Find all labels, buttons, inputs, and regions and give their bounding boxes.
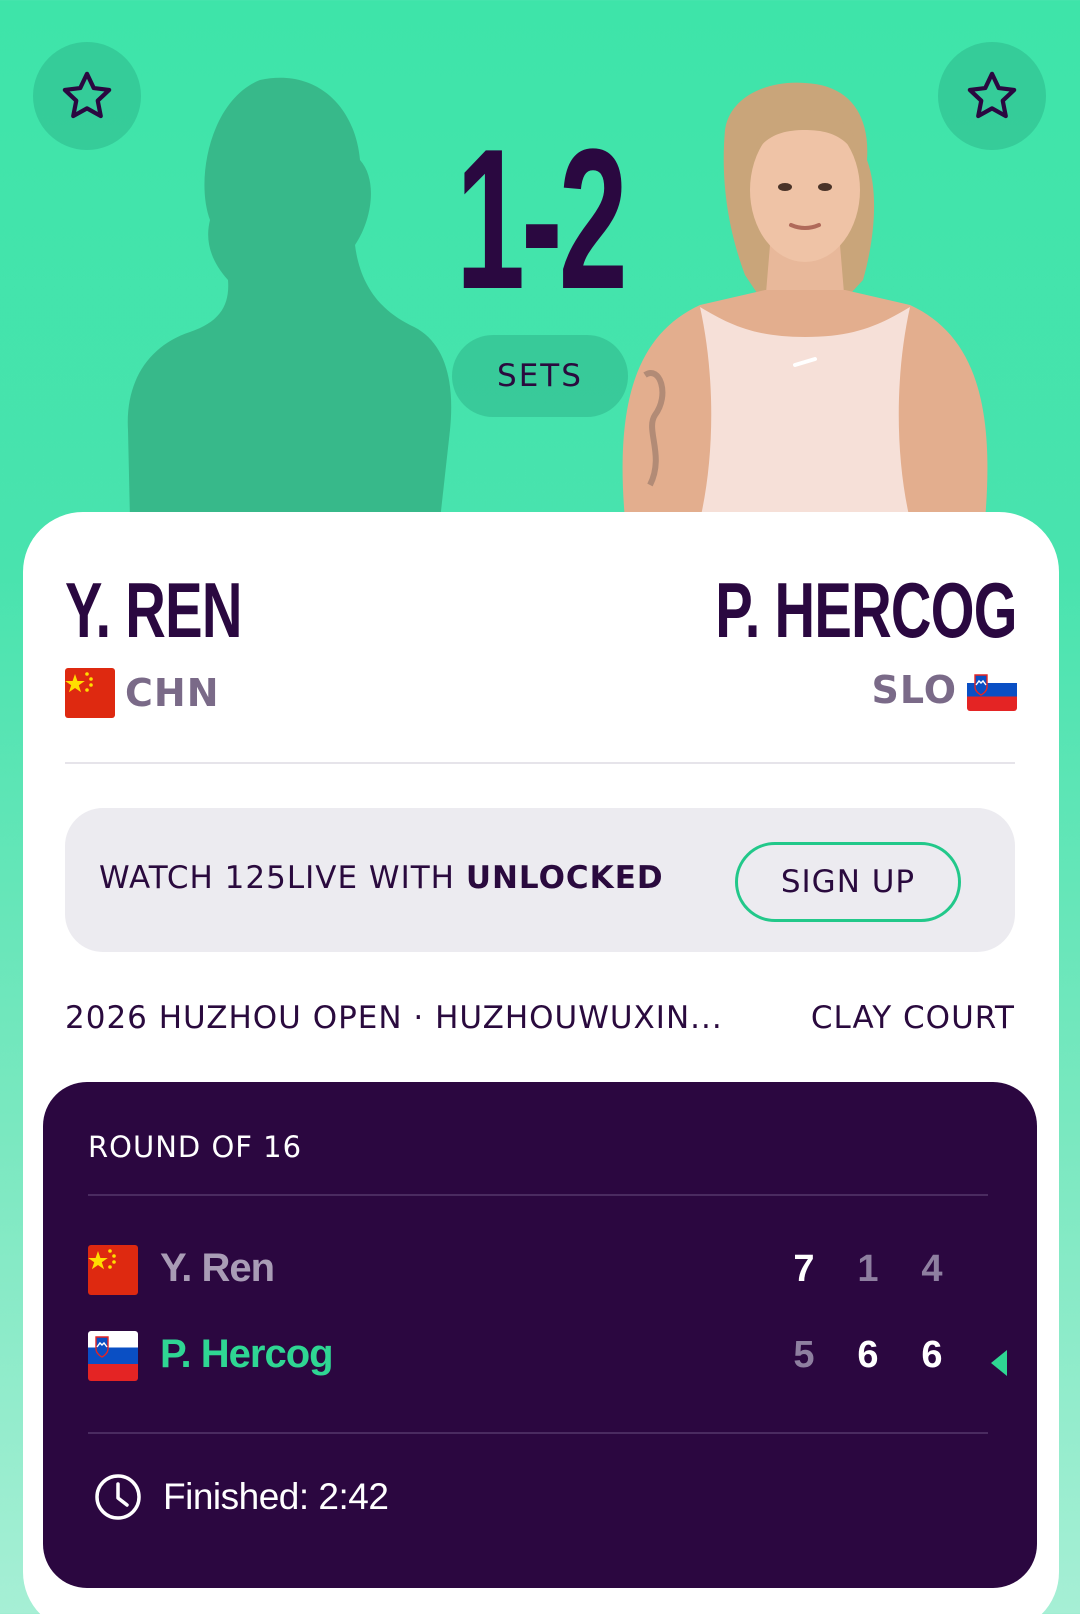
slovenia-flag-icon — [88, 1331, 138, 1381]
country-code-left: CHN — [125, 671, 220, 715]
score-row-hercog: P. Hercog 5 6 6 — [88, 1326, 988, 1386]
set-1-score: 5 — [793, 1334, 815, 1376]
country-left: CHN — [65, 668, 220, 718]
sets-label: SETS — [452, 335, 628, 417]
set-3-score: 4 — [921, 1248, 943, 1290]
divider — [88, 1432, 988, 1434]
score-row-name: P. Hercog — [160, 1332, 334, 1376]
star-icon — [62, 71, 112, 119]
score-row-ren: Y. Ren 7 1 4 — [88, 1240, 988, 1300]
set-score: 1-2 — [455, 108, 628, 331]
promo-banner: WATCH 125LIVE WITH UNLOCKED SIGN UP — [65, 808, 1015, 952]
match-status-text: Finished: 2:42 — [163, 1476, 389, 1517]
event-name[interactable]: 2026 HUZHOU OPEN · HUZHOUWUXIN... — [65, 1000, 723, 1036]
match-card: Y. REN P. HERCOG CHN SLO WATCH 125LIVE W… — [23, 512, 1059, 1614]
score-row-name: Y. Ren — [160, 1246, 275, 1290]
china-flag-icon — [65, 668, 115, 718]
divider — [65, 762, 1015, 764]
set-1-score: 7 — [793, 1248, 815, 1290]
scoreboard[interactable]: ROUND OF 16 Y. Ren 7 1 4 P. Hercog 5 6 6… — [43, 1082, 1037, 1588]
divider — [88, 1194, 988, 1196]
slovenia-flag-icon — [967, 669, 1017, 711]
promo-text: WATCH 125LIVE WITH UNLOCKED — [99, 860, 664, 896]
court-surface: CLAY COURT — [810, 1000, 1015, 1036]
round-label: ROUND OF 16 — [88, 1130, 303, 1164]
player-name-left[interactable]: Y. REN — [65, 570, 242, 650]
set-2-score: 1 — [857, 1248, 879, 1290]
match-hero: 1-2 SETS — [0, 0, 1080, 520]
country-code-right: SLO — [871, 668, 957, 712]
player-name-right[interactable]: P. HERCOG — [716, 570, 1018, 650]
country-right: SLO — [871, 668, 1017, 712]
promo-text-prefix: WATCH 125LIVE WITH — [99, 860, 466, 896]
match-status: Finished: 2:42 — [93, 1472, 389, 1522]
promo-text-bold: UNLOCKED — [465, 860, 664, 896]
set-2-score: 6 — [857, 1334, 879, 1376]
sign-up-button[interactable]: SIGN UP — [735, 842, 961, 922]
clock-icon — [95, 1474, 141, 1520]
china-flag-icon — [88, 1245, 138, 1295]
winner-marker-icon — [991, 1350, 1007, 1376]
set-3-score: 6 — [921, 1334, 943, 1376]
